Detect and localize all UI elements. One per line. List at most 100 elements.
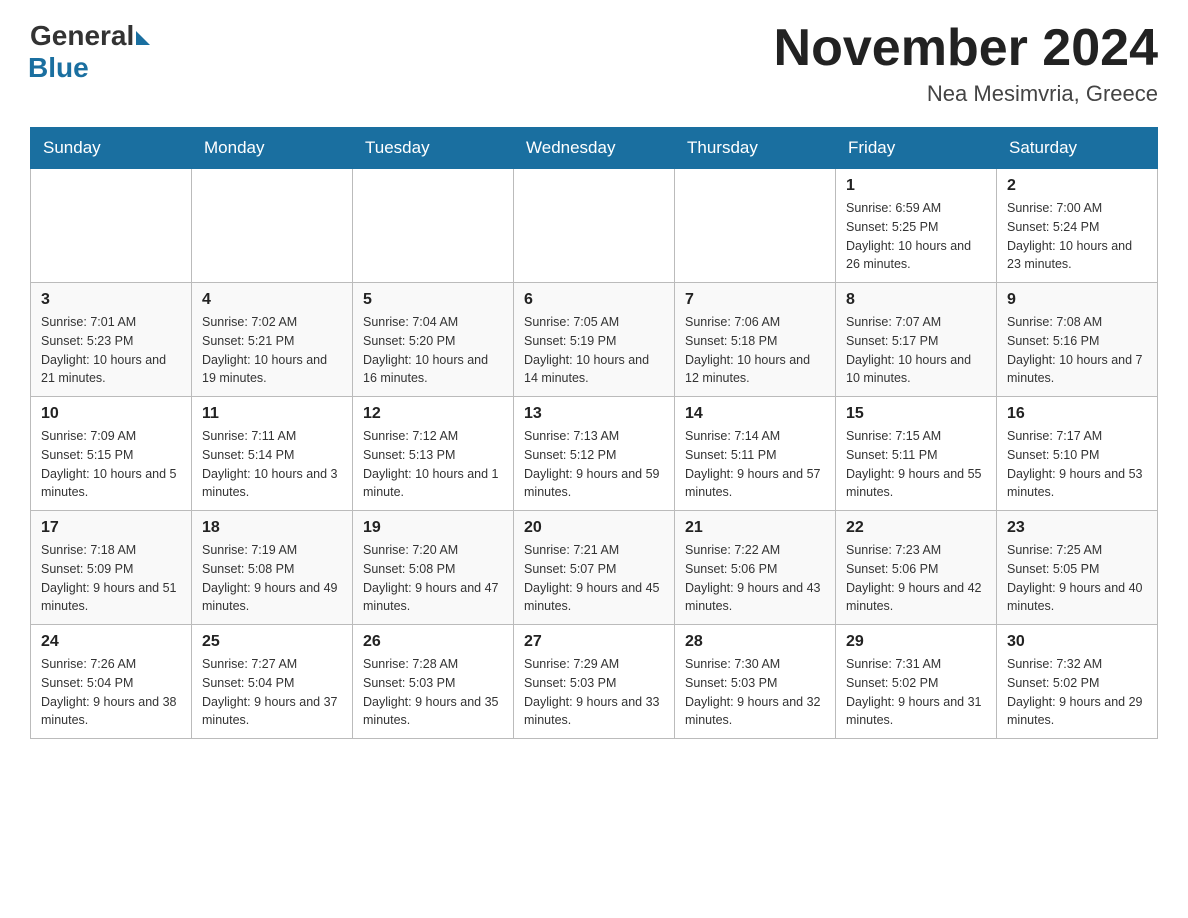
- day-info: Sunrise: 7:02 AMSunset: 5:21 PMDaylight:…: [202, 313, 342, 388]
- location: Nea Mesimvria, Greece: [774, 81, 1158, 107]
- calendar-cell: 7 Sunrise: 7:06 AMSunset: 5:18 PMDaylight…: [675, 283, 836, 397]
- calendar-cell: 15 Sunrise: 7:15 AMSunset: 5:11 PMDayligh…: [836, 397, 997, 511]
- calendar-cell: [192, 169, 353, 283]
- day-of-week-header: Friday: [836, 128, 997, 169]
- day-number: 25: [202, 633, 342, 651]
- day-number: 29: [846, 633, 986, 651]
- day-info: Sunrise: 7:08 AMSunset: 5:16 PMDaylight:…: [1007, 313, 1147, 388]
- calendar-cell: 29 Sunrise: 7:31 AMSunset: 5:02 PMDayligh…: [836, 625, 997, 739]
- day-info: Sunrise: 7:09 AMSunset: 5:15 PMDaylight:…: [41, 427, 181, 502]
- day-number: 24: [41, 633, 181, 651]
- day-info: Sunrise: 7:29 AMSunset: 5:03 PMDaylight:…: [524, 655, 664, 730]
- day-info: Sunrise: 7:19 AMSunset: 5:08 PMDaylight:…: [202, 541, 342, 616]
- calendar-week-row: 10 Sunrise: 7:09 AMSunset: 5:15 PMDayligh…: [31, 397, 1158, 511]
- day-info: Sunrise: 7:06 AMSunset: 5:18 PMDaylight:…: [685, 313, 825, 388]
- day-info: Sunrise: 7:21 AMSunset: 5:07 PMDaylight:…: [524, 541, 664, 616]
- day-of-week-header: Tuesday: [353, 128, 514, 169]
- calendar-cell: [514, 169, 675, 283]
- day-number: 23: [1007, 519, 1147, 537]
- calendar-cell: 9Sunrise: 7:08 AMSunset: 5:16 PMDaylight…: [997, 283, 1158, 397]
- calendar-cell: 3Sunrise: 7:01 AMSunset: 5:23 PMDaylight…: [31, 283, 192, 397]
- day-number: 30: [1007, 633, 1147, 651]
- day-of-week-header: Wednesday: [514, 128, 675, 169]
- calendar-cell: 25 Sunrise: 7:27 AMSunset: 5:04 PMDayligh…: [192, 625, 353, 739]
- calendar-week-row: 24 Sunrise: 7:26 AMSunset: 5:04 PMDayligh…: [31, 625, 1158, 739]
- day-info: Sunrise: 7:25 AMSunset: 5:05 PMDaylight:…: [1007, 541, 1147, 616]
- calendar-cell: 17 Sunrise: 7:18 AMSunset: 5:09 PMDayligh…: [31, 511, 192, 625]
- day-info: Sunrise: 7:11 AMSunset: 5:14 PMDaylight:…: [202, 427, 342, 502]
- day-number: 15: [846, 405, 986, 423]
- day-number: 8: [846, 291, 986, 309]
- month-title: November 2024: [774, 20, 1158, 77]
- day-number: 4: [202, 291, 342, 309]
- day-info: Sunrise: 7:01 AMSunset: 5:23 PMDaylight:…: [41, 313, 181, 388]
- day-of-week-header: Sunday: [31, 128, 192, 169]
- calendar-cell: 10 Sunrise: 7:09 AMSunset: 5:15 PMDayligh…: [31, 397, 192, 511]
- calendar-cell: 1 Sunrise: 6:59 AMSunset: 5:25 PMDaylight…: [836, 169, 997, 283]
- day-number: 10: [41, 405, 181, 423]
- calendar-cell: 4 Sunrise: 7:02 AMSunset: 5:21 PMDaylight…: [192, 283, 353, 397]
- logo-general-text: General: [30, 20, 134, 52]
- day-info: Sunrise: 7:23 AMSunset: 5:06 PMDaylight:…: [846, 541, 986, 616]
- calendar-table: SundayMondayTuesdayWednesdayThursdayFrid…: [30, 127, 1158, 739]
- day-info: Sunrise: 7:15 AMSunset: 5:11 PMDaylight:…: [846, 427, 986, 502]
- calendar-cell: 21Sunrise: 7:22 AMSunset: 5:06 PMDayligh…: [675, 511, 836, 625]
- day-info: Sunrise: 7:05 AMSunset: 5:19 PMDaylight:…: [524, 313, 664, 388]
- day-number: 27: [524, 633, 664, 651]
- calendar-cell: 11 Sunrise: 7:11 AMSunset: 5:14 PMDayligh…: [192, 397, 353, 511]
- day-of-week-header: Monday: [192, 128, 353, 169]
- calendar-cell: 26Sunrise: 7:28 AMSunset: 5:03 PMDayligh…: [353, 625, 514, 739]
- calendar-cell: 23 Sunrise: 7:25 AMSunset: 5:05 PMDayligh…: [997, 511, 1158, 625]
- calendar-cell: 13Sunrise: 7:13 AMSunset: 5:12 PMDayligh…: [514, 397, 675, 511]
- day-number: 13: [524, 405, 664, 423]
- title-section: November 2024 Nea Mesimvria, Greece: [774, 20, 1158, 107]
- logo: General Blue: [30, 20, 150, 84]
- calendar-cell: 22 Sunrise: 7:23 AMSunset: 5:06 PMDayligh…: [836, 511, 997, 625]
- calendar-cell: 14Sunrise: 7:14 AMSunset: 5:11 PMDayligh…: [675, 397, 836, 511]
- day-info: Sunrise: 7:12 AMSunset: 5:13 PMDaylight:…: [363, 427, 503, 502]
- day-info: Sunrise: 7:22 AMSunset: 5:06 PMDaylight:…: [685, 541, 825, 616]
- day-number: 28: [685, 633, 825, 651]
- calendar-cell: [675, 169, 836, 283]
- calendar-cell: [353, 169, 514, 283]
- day-info: Sunrise: 7:31 AMSunset: 5:02 PMDaylight:…: [846, 655, 986, 730]
- day-info: Sunrise: 7:30 AMSunset: 5:03 PMDaylight:…: [685, 655, 825, 730]
- day-info: Sunrise: 7:26 AMSunset: 5:04 PMDaylight:…: [41, 655, 181, 730]
- calendar-cell: 24 Sunrise: 7:26 AMSunset: 5:04 PMDayligh…: [31, 625, 192, 739]
- logo-triangle-icon: [136, 31, 150, 45]
- logo-blue-text: Blue: [28, 52, 89, 84]
- day-number: 19: [363, 519, 503, 537]
- calendar-cell: 20 Sunrise: 7:21 AMSunset: 5:07 PMDayligh…: [514, 511, 675, 625]
- calendar-cell: 2Sunrise: 7:00 AMSunset: 5:24 PMDaylight…: [997, 169, 1158, 283]
- calendar-cell: 12 Sunrise: 7:12 AMSunset: 5:13 PMDayligh…: [353, 397, 514, 511]
- day-number: 1: [846, 177, 986, 195]
- calendar-week-row: 1 Sunrise: 6:59 AMSunset: 5:25 PMDaylight…: [31, 169, 1158, 283]
- calendar-cell: 30 Sunrise: 7:32 AMSunset: 5:02 PMDayligh…: [997, 625, 1158, 739]
- calendar-week-row: 3Sunrise: 7:01 AMSunset: 5:23 PMDaylight…: [31, 283, 1158, 397]
- day-info: Sunrise: 6:59 AMSunset: 5:25 PMDaylight:…: [846, 199, 986, 274]
- day-info: Sunrise: 7:17 AMSunset: 5:10 PMDaylight:…: [1007, 427, 1147, 502]
- day-number: 17: [41, 519, 181, 537]
- day-info: Sunrise: 7:20 AMSunset: 5:08 PMDaylight:…: [363, 541, 503, 616]
- calendar-cell: 8Sunrise: 7:07 AMSunset: 5:17 PMDaylight…: [836, 283, 997, 397]
- day-info: Sunrise: 7:18 AMSunset: 5:09 PMDaylight:…: [41, 541, 181, 616]
- day-number: 16: [1007, 405, 1147, 423]
- day-number: 6: [524, 291, 664, 309]
- day-of-week-header: Saturday: [997, 128, 1158, 169]
- day-info: Sunrise: 7:32 AMSunset: 5:02 PMDaylight:…: [1007, 655, 1147, 730]
- day-number: 12: [363, 405, 503, 423]
- day-info: Sunrise: 7:28 AMSunset: 5:03 PMDaylight:…: [363, 655, 503, 730]
- day-number: 7: [685, 291, 825, 309]
- day-info: Sunrise: 7:27 AMSunset: 5:04 PMDaylight:…: [202, 655, 342, 730]
- day-info: Sunrise: 7:14 AMSunset: 5:11 PMDaylight:…: [685, 427, 825, 502]
- day-number: 2: [1007, 177, 1147, 195]
- calendar-cell: 28 Sunrise: 7:30 AMSunset: 5:03 PMDayligh…: [675, 625, 836, 739]
- calendar-cell: 16 Sunrise: 7:17 AMSunset: 5:10 PMDayligh…: [997, 397, 1158, 511]
- calendar-week-row: 17 Sunrise: 7:18 AMSunset: 5:09 PMDayligh…: [31, 511, 1158, 625]
- day-number: 11: [202, 405, 342, 423]
- calendar-cell: 19 Sunrise: 7:20 AMSunset: 5:08 PMDayligh…: [353, 511, 514, 625]
- calendar-cell: [31, 169, 192, 283]
- day-number: 22: [846, 519, 986, 537]
- calendar-cell: 18Sunrise: 7:19 AMSunset: 5:08 PMDayligh…: [192, 511, 353, 625]
- day-number: 20: [524, 519, 664, 537]
